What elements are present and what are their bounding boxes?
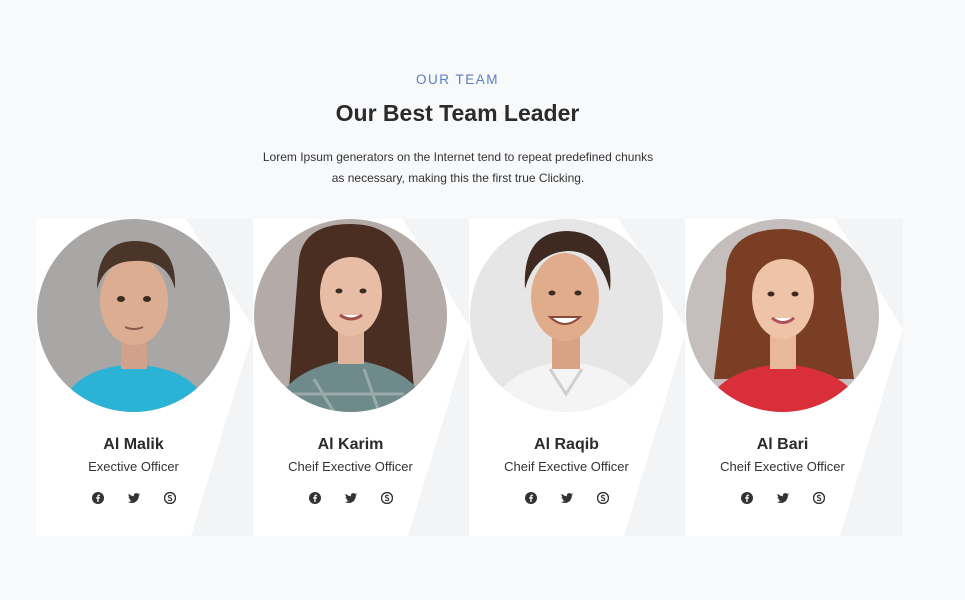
social-links	[36, 492, 231, 504]
twitter-icon[interactable]	[127, 492, 140, 504]
member-name: Al Bari	[756, 436, 809, 453]
avatar	[686, 219, 879, 412]
team-card: Al Karim Cheif Exective Officer	[253, 219, 471, 536]
skype-icon[interactable]	[596, 492, 609, 504]
facebook-icon[interactable]	[524, 492, 537, 504]
member-name: Al Malik	[103, 436, 164, 453]
section-title: Our Best Team Leader	[335, 100, 580, 126]
member-role: Cheif Exective Officer	[720, 459, 845, 474]
avatar	[254, 219, 447, 412]
twitter-icon[interactable]	[776, 492, 789, 504]
facebook-icon[interactable]	[308, 492, 321, 504]
facebook-icon[interactable]	[740, 492, 753, 504]
member-role: Cheif Exective Officer	[504, 459, 629, 474]
member-name: Al Raqib	[534, 436, 599, 453]
member-role: Cheif Exective Officer	[288, 459, 413, 474]
member-name: Al Karim	[317, 436, 384, 453]
skype-icon[interactable]	[380, 492, 393, 504]
twitter-icon[interactable]	[560, 492, 573, 504]
team-card: Al Malik Exective Officer	[36, 219, 254, 536]
social-links	[469, 492, 664, 504]
member-role: Exective Officer	[88, 459, 179, 474]
avatar	[470, 219, 663, 412]
skype-icon[interactable]	[163, 492, 176, 504]
avatar	[37, 219, 230, 412]
twitter-icon[interactable]	[344, 492, 357, 504]
facebook-icon[interactable]	[91, 492, 104, 504]
team-card: Al Raqib Cheif Exective Officer	[469, 219, 687, 536]
team-card: Al Bari Cheif Exective Officer	[685, 219, 903, 536]
section-description: Lorem Ipsum generators on the Internet t…	[262, 150, 654, 185]
social-links	[685, 492, 880, 504]
section-eyebrow: OUR TEAM	[415, 72, 499, 87]
skype-icon[interactable]	[812, 492, 825, 504]
social-links	[253, 492, 448, 504]
